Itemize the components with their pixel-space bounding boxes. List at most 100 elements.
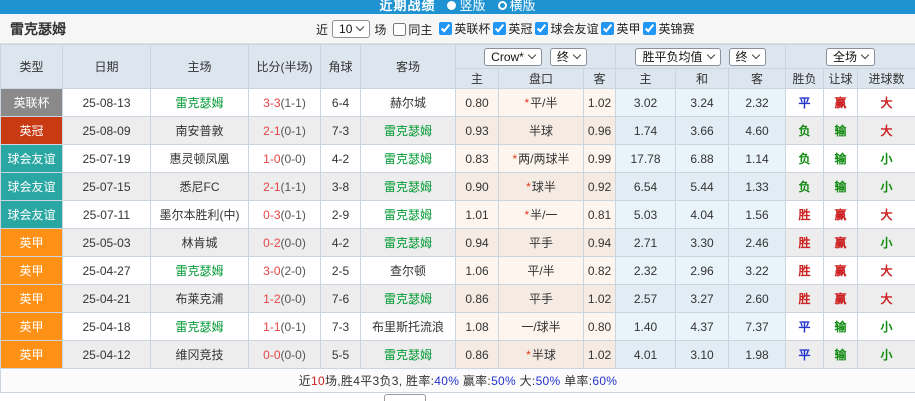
odds-type-value: 胜平负均值 [642, 49, 703, 64]
away-team-cell: 雷克瑟姆 [360, 200, 456, 229]
home-team-cell: 维冈竞技 [150, 340, 249, 369]
league-type-badge: 英甲 [0, 312, 63, 341]
away-team-link[interactable]: 雷克瑟姆 [384, 152, 432, 166]
bookmaker-select[interactable]: Crow* [484, 47, 542, 66]
halftime-score: (1-1) [280, 179, 306, 194]
same-home-checkbox[interactable]: 同主 [393, 21, 432, 38]
live-star-icon: * [524, 208, 530, 222]
avg-draw-odds: 3.30 [675, 228, 729, 257]
home-team-link[interactable]: 林肯城 [181, 236, 217, 250]
result-handicap: 输 [823, 312, 859, 341]
column-header-type: 类型 [0, 44, 63, 89]
summary-stat-segment: 场,胜4平3负3, 胜率: [325, 374, 435, 388]
result-wdl: 负 [785, 144, 825, 173]
layout-radio-vertical[interactable]: 竖版 [447, 0, 486, 14]
result-handicap: 赢 [823, 88, 859, 117]
handicap-home-odds: 0.94 [455, 228, 499, 257]
away-team-link[interactable]: 雷克瑟姆 [384, 348, 432, 362]
radio-horizontal-label: 横版 [509, 0, 536, 13]
home-team-link[interactable]: 雷克瑟姆 [175, 320, 223, 334]
match-score: 2-1(1-1) [248, 172, 321, 201]
toolbar: 雷克瑟姆 近 10 场 同主 英联杯 英冠 球会友谊 英甲 英锦赛 [0, 14, 915, 44]
result-goals: 大 [857, 284, 915, 313]
home-team-link[interactable]: 墨尔本胜利(中) [160, 208, 240, 222]
away-team-link[interactable]: 赫尔城 [390, 96, 426, 110]
checkbox-input[interactable] [643, 22, 657, 35]
home-team-link[interactable]: 悉尼FC [180, 180, 220, 194]
same-home-checkbox-input[interactable] [393, 22, 407, 36]
league-filter-checkbox[interactable]: 英甲 [601, 20, 640, 37]
league-filter-label: 英冠 [508, 22, 533, 36]
handicap-line: *半球 [498, 340, 584, 369]
away-team-link[interactable]: 查尔顿 [390, 264, 426, 278]
fulltime-score: 2-1 [263, 123, 281, 138]
layout-radio-horizontal[interactable]: 横版 [497, 0, 536, 14]
match-date: 25-08-13 [62, 88, 151, 117]
scope-select[interactable]: 全场 [826, 47, 876, 66]
radio-unselected-icon [497, 1, 507, 10]
match-count-select[interactable]: 10 [332, 20, 371, 38]
home-team-link[interactable]: 雷克瑟姆 [175, 96, 223, 110]
home-team-link[interactable]: 惠灵顿凤凰 [169, 152, 229, 166]
chevron-down-icon [356, 22, 365, 32]
home-team-link[interactable]: 南安普敦 [175, 124, 223, 138]
away-team-cell: 雷克瑟姆 [360, 340, 456, 369]
result-wdl: 平 [785, 340, 825, 369]
handicap-state-select[interactable]: 终 [549, 47, 587, 66]
result-wdl: 胜 [785, 228, 825, 257]
league-filter-checkbox[interactable]: 英锦赛 [643, 20, 694, 37]
away-team-link[interactable]: 雷克瑟姆 [384, 124, 432, 138]
checkbox-input[interactable] [535, 22, 549, 35]
avg-lose-odds: 2.46 [727, 228, 787, 257]
league-filter-checkbox[interactable]: 英冠 [493, 20, 532, 37]
subheader-handicap-home: 主 [455, 68, 499, 89]
home-team-link[interactable]: 维冈竞技 [175, 348, 223, 362]
match-date: 25-04-27 [62, 256, 151, 285]
away-team-link[interactable]: 雷克瑟姆 [384, 292, 432, 306]
away-team-link[interactable]: 雷克瑟姆 [384, 208, 432, 222]
checkbox-input[interactable] [601, 22, 615, 35]
avg-win-odds: 17.78 [615, 144, 676, 173]
odds-state-value: 终 [735, 49, 748, 64]
match-score: 2-1(0-1) [248, 116, 321, 145]
away-team-cell: 雷克瑟姆 [360, 116, 456, 145]
checkbox-input[interactable] [439, 22, 453, 35]
home-team-link[interactable]: 布莱克浦 [175, 292, 223, 306]
home-team-link[interactable]: 雷克瑟姆 [175, 264, 223, 278]
odds-type-select[interactable]: 胜平负均值 [635, 47, 721, 66]
result-wdl: 平 [785, 88, 825, 117]
topbar-title: 近期战绩 [379, 0, 436, 13]
league-type-badge: 球会友谊 [0, 144, 63, 173]
corner-score: 2-9 [320, 200, 361, 229]
result-goals: 小 [857, 340, 915, 369]
match-score: 1-0(0-0) [248, 144, 321, 173]
league-filter-label: 英甲 [616, 22, 641, 36]
avg-lose-odds: 3.22 [727, 256, 787, 285]
fulltime-score: 2-1 [263, 179, 281, 194]
halftime-score: (0-0) [280, 235, 306, 250]
result-handicap: 赢 [823, 228, 859, 257]
fulltime-score: 1-2 [263, 291, 281, 306]
avg-draw-odds: 4.37 [675, 312, 729, 341]
away-team-link[interactable]: 雷克瑟姆 [384, 180, 432, 194]
summary-stat-segment: 赢率: [459, 374, 492, 388]
handicap-line: *两/两球半 [498, 144, 584, 173]
home-team-cell: 惠灵顿凤凰 [150, 144, 249, 173]
summary-stat-segment: 近 [298, 374, 312, 388]
checkbox-input[interactable] [493, 22, 507, 35]
away-team-link[interactable]: 雷克瑟姆 [384, 236, 432, 250]
league-filter-checkbox[interactable]: 英联杯 [439, 20, 490, 37]
radio-vertical-label: 竖版 [459, 0, 486, 13]
home-team-cell: 墨尔本胜利(中) [150, 200, 249, 229]
league-type-badge: 英甲 [0, 284, 63, 313]
odds-state-select[interactable]: 终 [728, 47, 766, 66]
away-team-link[interactable]: 布里斯托流浪 [372, 320, 444, 334]
result-goals: 大 [857, 116, 915, 145]
corner-score: 2-5 [320, 256, 361, 285]
halftime-score: (0-0) [280, 291, 306, 306]
clipped-bottom-dropdown[interactable] [384, 394, 426, 401]
home-team-cell: 南安普敦 [150, 116, 249, 145]
result-wdl: 平 [785, 312, 825, 341]
league-filter-checkbox[interactable]: 球会友谊 [535, 20, 598, 37]
handicap-away-odds: 1.02 [583, 340, 616, 369]
